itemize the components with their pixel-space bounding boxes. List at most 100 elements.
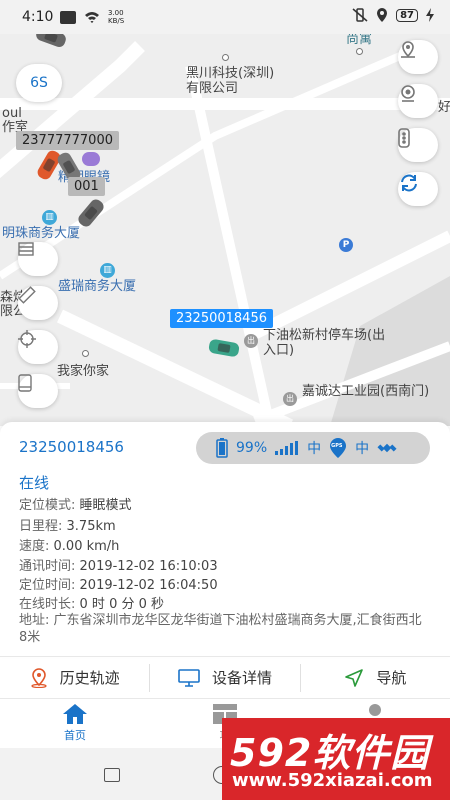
- map-label-shangyu: 尚寓: [346, 32, 373, 47]
- glasses-poi-icon: [82, 152, 100, 166]
- message-icon: [60, 10, 76, 24]
- address: 地址: 广东省深圳市龙华区龙华街道下油松村盛瑞商务大厦,汇食街西北8米: [19, 612, 424, 646]
- row-label: 定位模式:: [19, 498, 76, 513]
- info-row-online-duration: 在线时长: 0 时 0 分 0 秒: [19, 593, 164, 612]
- device-details-label: 设备详情: [211, 669, 272, 687]
- status-icons-right: 87: [352, 8, 434, 22]
- car-tag-selected[interactable]: 23250018456: [170, 309, 273, 328]
- info-row-comm-time: 通讯时间: 2019-12-02 16:10:03: [19, 555, 218, 574]
- row-value: 2019-12-02 16:04:50: [79, 578, 218, 593]
- row-label: 通讯时间:: [19, 559, 76, 574]
- watermark-title: 592软件园: [230, 731, 430, 775]
- map-label-heichuan: 黑川科技(深圳)有限公司: [186, 66, 275, 96]
- map-label-parking: 下油松新村停车场(出入口): [263, 328, 386, 358]
- zoom-level-button[interactable]: 6S: [16, 64, 62, 102]
- car-tag-1[interactable]: 23777777000: [16, 131, 119, 150]
- info-row-speed: 速度: 0.00 km/h: [19, 535, 119, 554]
- street-view-icon: [401, 85, 415, 102]
- history-track-button[interactable]: 历史轨迹: [0, 667, 149, 688]
- device-id: 23250018456: [19, 438, 124, 456]
- list-button[interactable]: [18, 242, 58, 276]
- navigate-label: 导航: [376, 669, 407, 687]
- status-time: 4:10: [22, 9, 54, 25]
- battery-icon: [216, 438, 228, 458]
- gate-icon: 出: [244, 334, 258, 348]
- poi-dot-icon: [356, 48, 363, 55]
- row-label: 速度:: [19, 539, 50, 554]
- locate-button[interactable]: [18, 330, 58, 364]
- building-icon: ▥: [42, 210, 57, 225]
- net-speed: 3.00 KB/S: [108, 9, 124, 25]
- tab-home[interactable]: 首页: [45, 703, 105, 743]
- map-layer-button[interactable]: [398, 40, 438, 74]
- map-label-edge-right: 好: [438, 100, 450, 115]
- map-label-jiacheng: 嘉诚达工业园(西南门): [302, 384, 430, 399]
- navigate-button[interactable]: 导航: [301, 667, 450, 688]
- poi-dot-icon: [222, 54, 229, 61]
- status-icons-left: 3.00 KB/S: [60, 9, 124, 25]
- location-icon: [377, 8, 388, 22]
- car-tag-2[interactable]: 001: [68, 177, 105, 196]
- home-icon: [63, 704, 87, 724]
- person-pin-icon: [401, 41, 415, 58]
- address-label: 地址:: [19, 613, 50, 628]
- satellite-icon: [377, 443, 397, 453]
- map-label-shengrui: 盛瑞商务大厦: [58, 279, 137, 294]
- ruler-icon: [18, 286, 36, 304]
- battery-percent: 99%: [236, 440, 268, 456]
- traffic-light-icon: [398, 128, 410, 148]
- info-row-mode: 定位模式: 睡眠模式: [19, 494, 132, 513]
- refresh-button[interactable]: [398, 172, 438, 206]
- device-button[interactable]: [18, 374, 58, 408]
- navigation-arrow-icon: [345, 668, 364, 687]
- traffic-button[interactable]: [398, 128, 438, 162]
- poi-dot-icon: [82, 350, 89, 357]
- gate-icon: 出: [283, 392, 297, 406]
- wifi-icon: [85, 11, 99, 23]
- net-speed-unit: KB/S: [108, 17, 125, 25]
- phone-icon: [18, 374, 32, 392]
- building-icon: ▥: [100, 263, 115, 278]
- history-track-label: 历史轨迹: [59, 669, 120, 687]
- gps-pin-icon: GPS: [329, 438, 347, 458]
- row-label: 在线时长:: [19, 597, 76, 612]
- info-row-mileage: 日里程: 3.75km: [19, 515, 116, 534]
- list-icon: [18, 242, 34, 256]
- measure-button[interactable]: [18, 286, 58, 320]
- online-status: 在线: [19, 474, 50, 492]
- watermark: 592软件园 www.592xiazai.com: [222, 718, 450, 800]
- action-bar: 历史轨迹 设备详情 导航: [0, 656, 450, 698]
- row-value: 0 时 0 分 0 秒: [79, 597, 165, 612]
- map-label-mingzhu: 明珠商务大厦: [2, 226, 81, 241]
- street-view-button[interactable]: [398, 84, 438, 118]
- battery-indicator: 87: [396, 8, 418, 22]
- watermark-url: www.592xiazai.com: [232, 770, 433, 791]
- device-details-button[interactable]: 设备详情: [150, 667, 299, 688]
- gps-label: GPS: [331, 443, 343, 449]
- signal-bars-icon: [275, 441, 299, 455]
- row-label: 定位时间:: [19, 578, 76, 593]
- refresh-icon: [401, 174, 417, 192]
- parking-icon: P: [339, 238, 353, 252]
- gps-strength: 中: [355, 441, 370, 457]
- row-value: 3.75km: [66, 519, 116, 534]
- monitor-icon: [178, 668, 200, 687]
- tab-home-label: 首页: [64, 729, 86, 742]
- address-value: 广东省深圳市龙华区龙华街道下油松村盛瑞商务大厦,汇食街西北8米: [19, 613, 422, 645]
- crosshair-icon: [18, 330, 36, 348]
- device-info-panel: 23250018456 99% 中 GPS 中 在线 定位模式: 睡眠模式 日里…: [0, 422, 450, 656]
- device-status-pill: 99% 中 GPS 中: [196, 432, 430, 464]
- signal-strength: 中: [307, 441, 322, 457]
- row-value: 2019-12-02 16:10:03: [79, 559, 218, 574]
- row-value: 睡眠模式: [79, 498, 132, 513]
- info-row-locate-time: 定位时间: 2019-12-02 16:04:50: [19, 574, 218, 593]
- map-label-edge-1: oul: [2, 106, 22, 121]
- map-label-jiajia: 我家你家: [57, 364, 110, 379]
- map-view[interactable]: 黑川科技(深圳)有限公司 尚寓 oul 作室 精明眼镜 明珠商务大厦 ▥ 盛瑞商…: [0, 26, 450, 426]
- status-bar: 4:10 3.00 KB/S 87: [0, 0, 450, 34]
- net-speed-value: 3.00: [108, 9, 124, 17]
- location-pin-icon: [31, 667, 47, 688]
- vibrate-mute-icon: [352, 8, 368, 22]
- charging-icon: [426, 8, 434, 22]
- recent-apps-icon[interactable]: [104, 768, 120, 782]
